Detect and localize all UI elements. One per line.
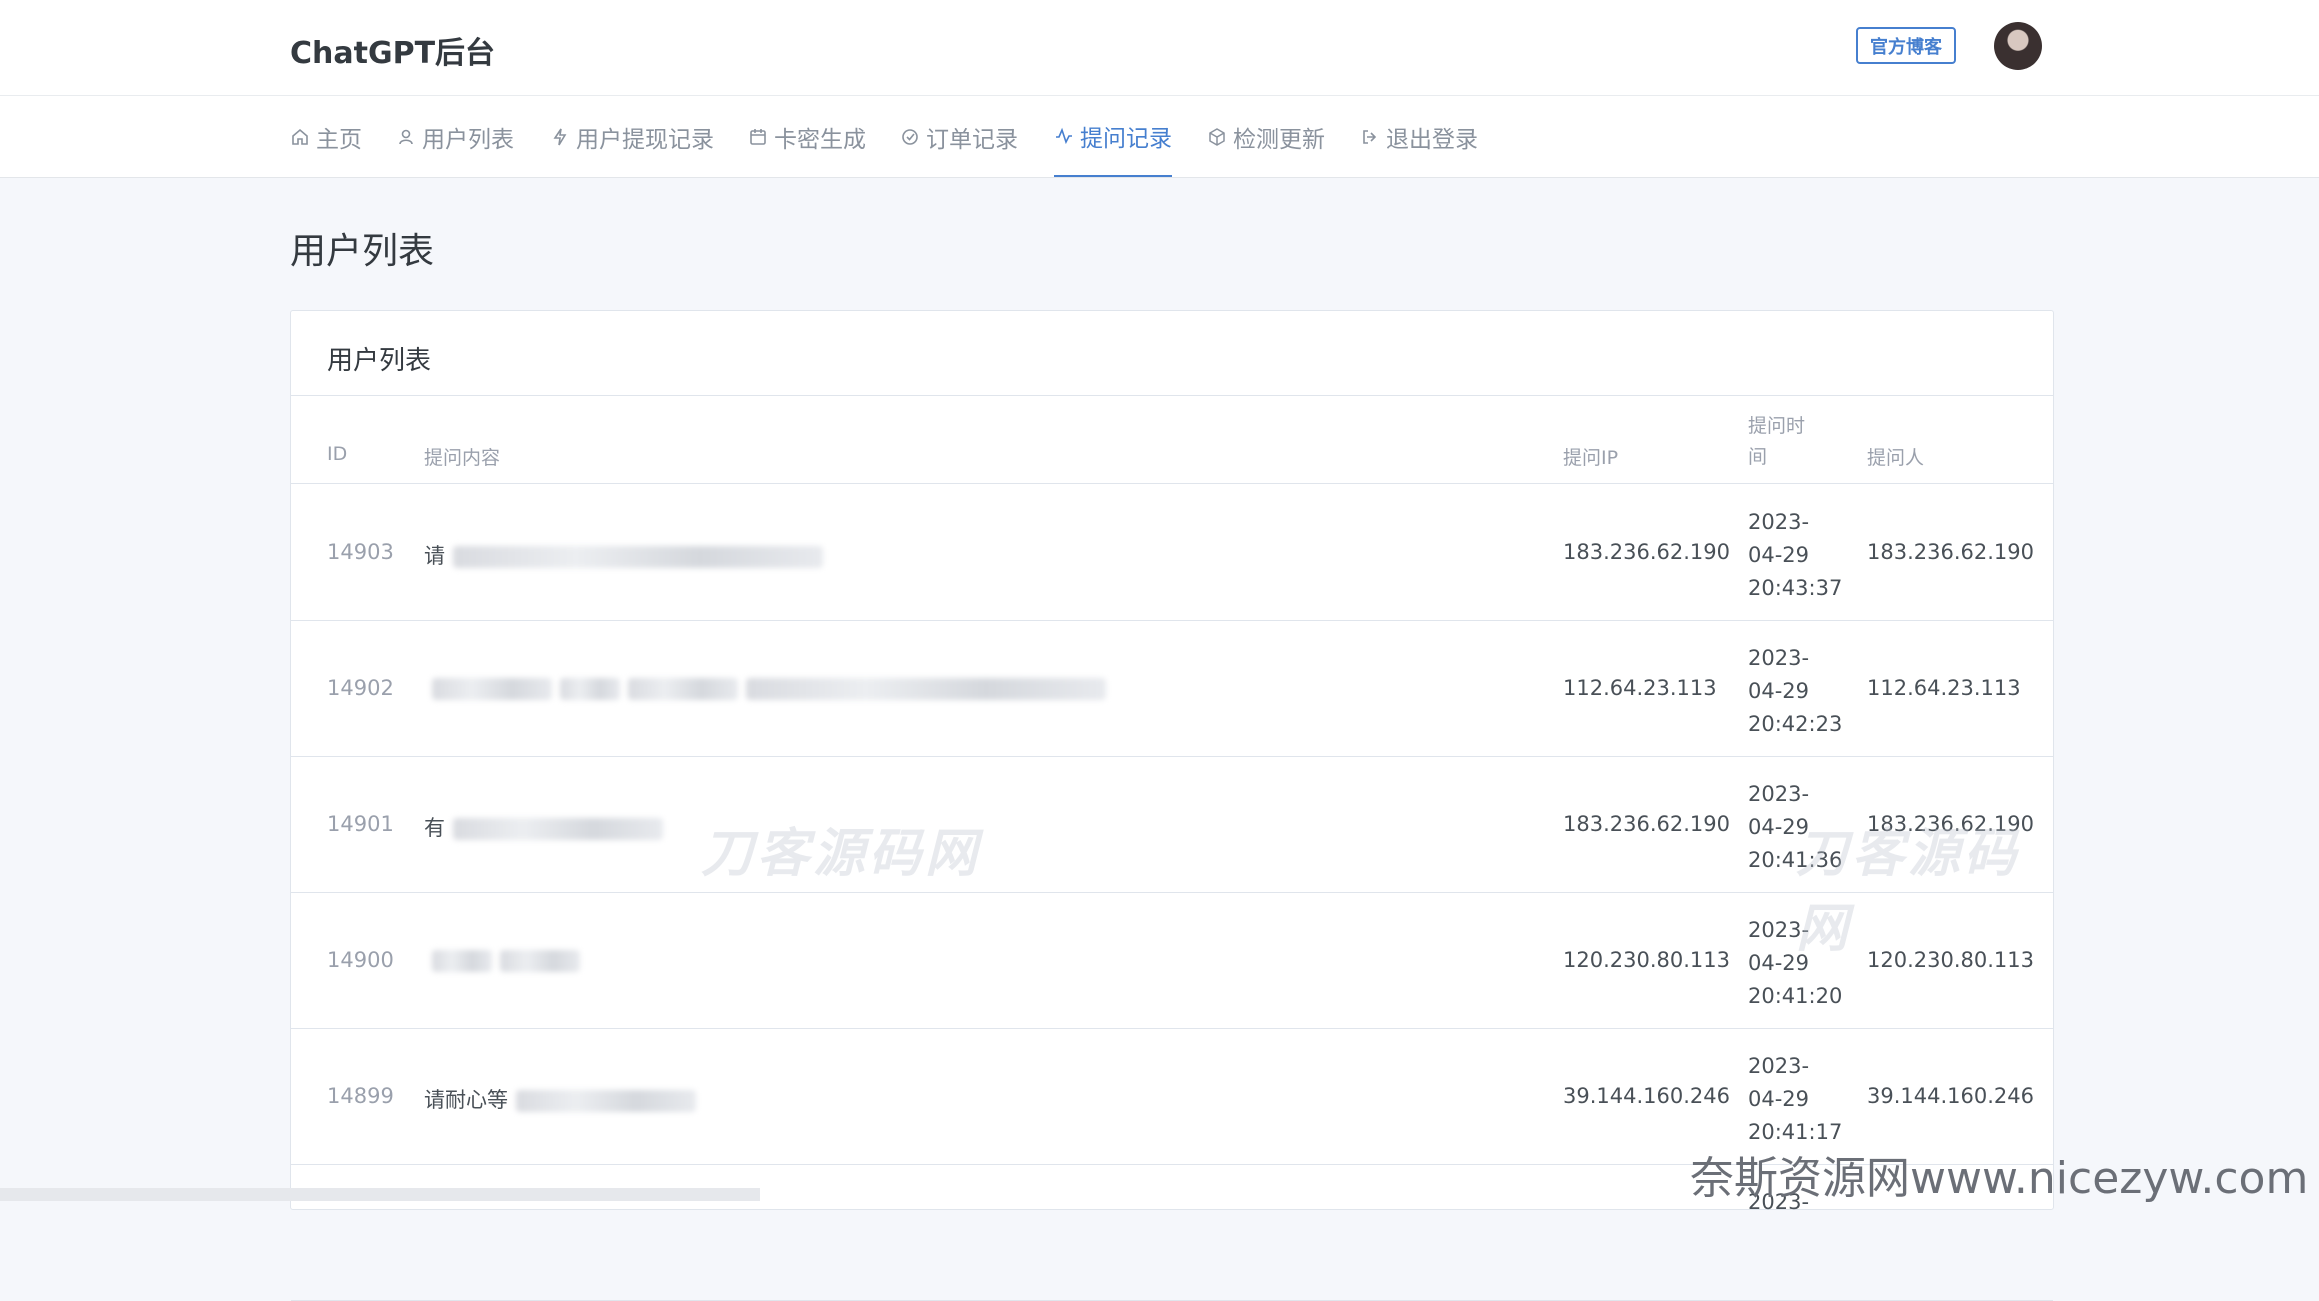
- footer-watermark: 奈斯资源网www.nicezyw.com: [1690, 1153, 2309, 1204]
- user-avatar[interactable]: [1994, 22, 2042, 70]
- row-content-text: 有: [424, 816, 445, 840]
- row-time-line: 2023-: [1748, 1054, 1810, 1078]
- redacted-text: [453, 818, 663, 840]
- row-id: 14903: [327, 540, 394, 564]
- row-time-line: 04-29: [1748, 679, 1810, 703]
- row-id: 14900: [327, 948, 394, 972]
- redacted-text: [432, 678, 552, 700]
- top-header: ChatGPT后台 官方博客: [0, 0, 2319, 96]
- row-asker: 112.64.23.113: [1867, 676, 2021, 700]
- card-header: 用户列表: [291, 311, 2053, 396]
- bottom-scroll-strip: [0, 1188, 760, 1201]
- row-content-text: 请: [424, 544, 445, 568]
- nav-item-withdraw[interactable]: 用户提现记录: [550, 96, 714, 177]
- row-time-line: 20:41:20: [1748, 984, 1843, 1008]
- row-content: [424, 676, 1106, 700]
- nav-label: 提问记录: [1080, 125, 1172, 152]
- row-content: [424, 948, 580, 972]
- row-ip: 183.236.62.190: [1563, 540, 1730, 564]
- nav-item-questions[interactable]: 提问记录: [1054, 96, 1172, 177]
- row-ip: 120.230.80.113: [1563, 948, 1730, 972]
- row-ip: 112.64.23.113: [1563, 676, 1717, 700]
- row-time-line: 2023-: [1748, 782, 1810, 806]
- brand-title[interactable]: ChatGPT后台: [290, 28, 495, 72]
- row-time-line: 2023-: [1748, 510, 1810, 534]
- row-content: 请耐心等: [424, 1084, 696, 1114]
- column-header-time[interactable]: 提问时间: [1748, 411, 1818, 473]
- redacted-text: [560, 678, 620, 700]
- row-id: 14901: [327, 812, 394, 836]
- row-time: 2023- 04-29 20:41:17: [1748, 1050, 1842, 1149]
- nav-label: 退出登录: [1386, 126, 1478, 153]
- nav-item-cards[interactable]: 卡密生成: [748, 96, 866, 177]
- redacted-text: [516, 1090, 696, 1112]
- nav-item-users[interactable]: 用户列表: [396, 96, 514, 177]
- nav-label: 检测更新: [1233, 126, 1325, 153]
- question-records-card: 用户列表 ID 提问内容 提问IP 提问时间 提问人 14903 请 183.236…: [290, 310, 2054, 1301]
- nav-item-home[interactable]: 主页: [290, 96, 362, 177]
- row-time-line: 04-29: [1748, 543, 1810, 567]
- table-row[interactable]: 14901 有 183.236.62.190 2023- 04-29 20:41:36 18…: [291, 756, 2053, 893]
- column-header-ip[interactable]: 提问IP: [1563, 443, 1618, 470]
- row-ip: 183.236.62.190: [1563, 812, 1730, 836]
- nav-label: 订单记录: [926, 126, 1018, 153]
- nav-label: 用户提现记录: [576, 126, 714, 153]
- nav-label: 主页: [316, 126, 362, 153]
- redacted-text: [453, 546, 823, 568]
- redacted-text: [628, 678, 738, 700]
- card-title: 用户列表: [327, 346, 432, 376]
- row-content: 请: [424, 540, 823, 570]
- calendar-icon: [750, 128, 766, 145]
- row-time: 2023- 04-29 20:42:23: [1748, 642, 1842, 741]
- redacted-text: [432, 950, 492, 972]
- row-asker: 183.236.62.190: [1867, 540, 2034, 564]
- nav-item-updates[interactable]: 检测更新: [1207, 96, 1325, 177]
- redacted-text: [746, 678, 1106, 700]
- page-title: 用户列表: [290, 231, 435, 272]
- row-content: 有: [424, 812, 663, 842]
- row-asker: 39.144.160.246: [1867, 1084, 2034, 1108]
- column-header-content[interactable]: 提问内容: [424, 443, 500, 470]
- check-circle-icon: [902, 128, 918, 145]
- row-id: 14899: [327, 1084, 394, 1108]
- column-header-asker[interactable]: 提问人: [1867, 443, 1924, 470]
- main-nav: 主页 用户列表 用户提现记录 卡密生成 订单记录 提问记录 检测更新 退出登录: [0, 96, 2319, 178]
- official-blog-button[interactable]: 官方博客: [1856, 27, 1956, 64]
- activity-icon: [1056, 127, 1072, 144]
- row-time-line: 2023-: [1748, 646, 1810, 670]
- user-icon: [399, 129, 413, 144]
- box-icon: [1209, 127, 1225, 146]
- table-row[interactable]: 14900 120.230.80.113 2023- 04-29 20:41:20 120…: [291, 892, 2053, 1029]
- row-time: 2023- 04-29 20:43:37: [1748, 506, 1842, 605]
- row-ip: 39.144.160.246: [1563, 1084, 1730, 1108]
- row-time-line: 04-29: [1748, 1087, 1810, 1111]
- nav-item-orders[interactable]: 订单记录: [900, 96, 1018, 177]
- table-row[interactable]: 14903 请 183.236.62.190 2023- 04-29 20:43:37 18…: [291, 484, 2053, 621]
- table-row[interactable]: 14902 112.64.23.113 2023- 04-29 20:42:23 112.…: [291, 620, 2053, 757]
- column-header-id[interactable]: ID: [327, 443, 347, 465]
- redacted-text: [500, 950, 580, 972]
- row-time-line: 20:43:37: [1748, 576, 1843, 600]
- nav-item-logout[interactable]: 退出登录: [1360, 96, 1478, 177]
- logout-icon: [1363, 129, 1377, 144]
- nav-label: 用户列表: [422, 126, 514, 153]
- nav-label: 卡密生成: [774, 126, 866, 153]
- row-content-text: 请耐心等: [424, 1088, 508, 1112]
- watermark-center: 刀客源码网: [701, 824, 982, 884]
- bolt-icon: [553, 128, 567, 145]
- row-id: 14902: [327, 676, 394, 700]
- home-icon: [292, 128, 308, 145]
- watermark-right: 刀客源码网: [1796, 824, 2021, 959]
- row-time-line: 20:42:23: [1748, 712, 1843, 736]
